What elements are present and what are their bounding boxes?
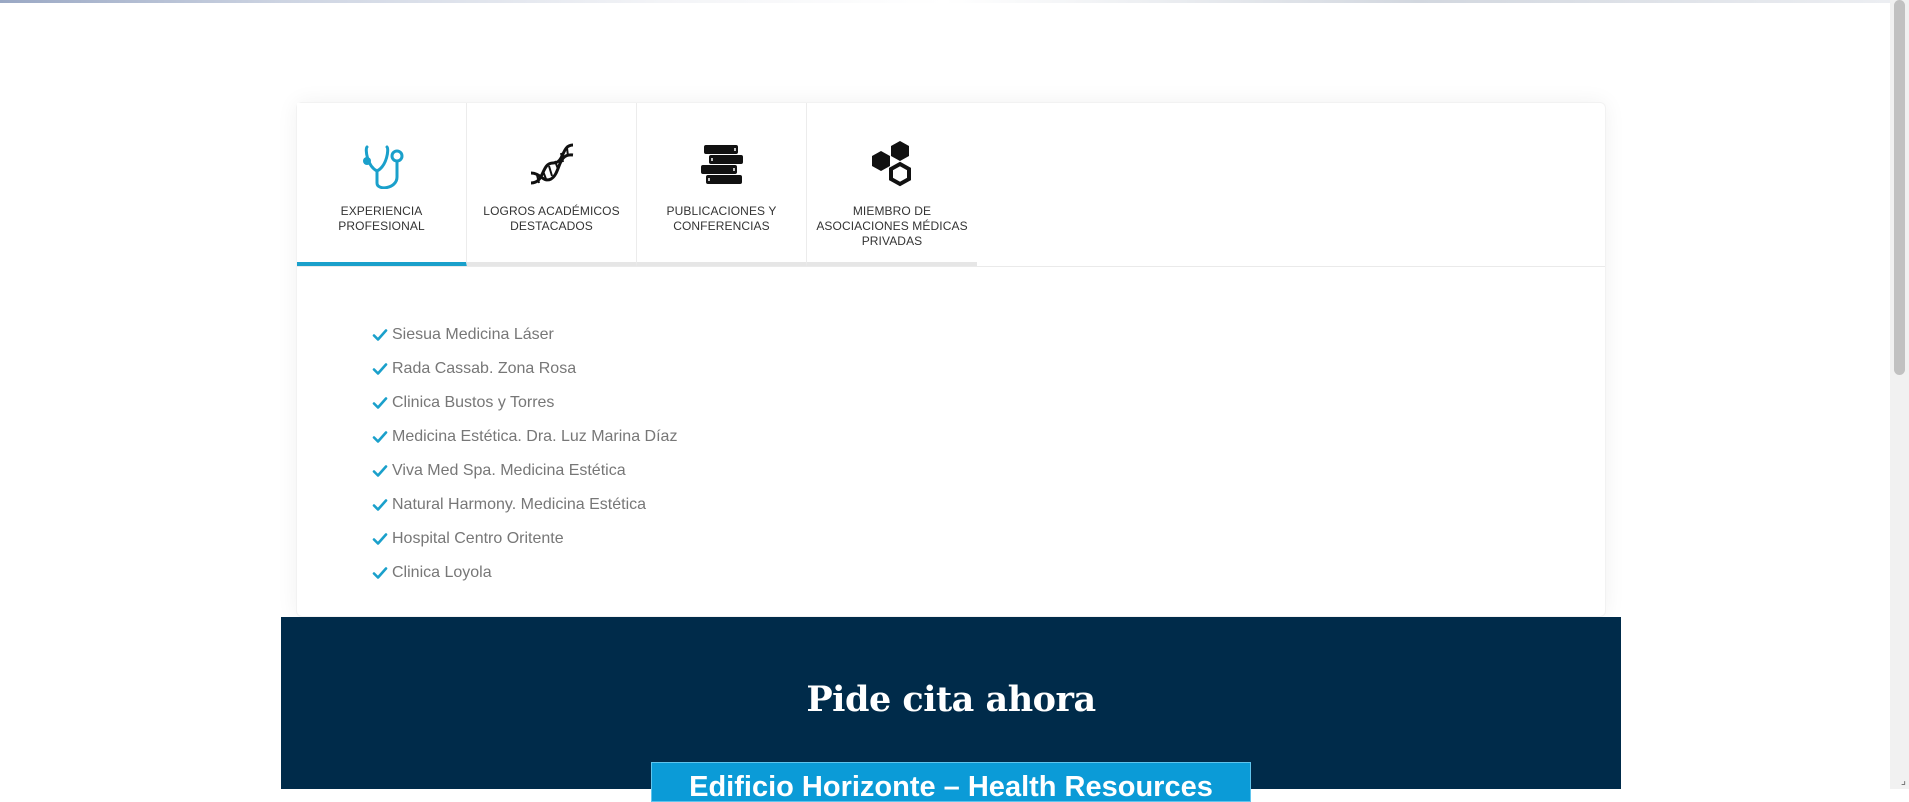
tab-miembro-asociaciones[interactable]: Miembro de asociaciones médicas privadas xyxy=(807,103,977,267)
checkmark-icon xyxy=(372,565,388,581)
vertical-scrollbar[interactable] xyxy=(1890,0,1909,789)
cta-title: Pide cita ahora xyxy=(806,679,1096,720)
list-item: Natural Harmony. Medicina Estética xyxy=(372,488,677,522)
list-item-text: Viva Med Spa. Medicina Estética xyxy=(392,462,626,479)
location-button[interactable]: Edificio Horizonte – Health Resources xyxy=(651,762,1251,802)
tab-bar: Experiencia profesional Logros académico… xyxy=(297,103,977,267)
checkmark-icon xyxy=(372,361,388,377)
scrollbar-thumb[interactable] xyxy=(1894,0,1905,375)
tab-label: Miembro de asociaciones médicas privadas xyxy=(816,204,968,248)
list-item-text: Medicina Estética. Dra. Luz Marina Díaz xyxy=(392,428,678,445)
tab-label: Publicaciones y conferencias xyxy=(666,204,777,233)
list-item: Rada Cassab. Zona Rosa xyxy=(372,352,677,386)
tab-experiencia-profesional[interactable]: Experiencia profesional xyxy=(297,103,467,267)
resize-corner-icon: ⌟ xyxy=(1900,775,1906,787)
appointment-cta-section: Pide cita ahora Edificio Horizonte – Hea… xyxy=(281,617,1621,802)
list-item-text: Clinica Bustos y Torres xyxy=(392,394,555,411)
list-item-text: Hospital Centro Oritente xyxy=(392,530,564,547)
checkmark-icon xyxy=(372,463,388,479)
tab-divider xyxy=(297,266,1605,267)
list-item: Siesua Medicina Láser xyxy=(372,318,677,352)
top-accent-bar xyxy=(0,0,1890,3)
checkmark-icon xyxy=(372,327,388,343)
list-item: Clinica Bustos y Torres xyxy=(372,386,677,420)
list-item: Viva Med Spa. Medicina Estética xyxy=(372,454,677,488)
experience-list: Siesua Medicina Láser Rada Cassab. Zona … xyxy=(372,318,677,590)
tab-label: Logros académicos destacados xyxy=(483,204,620,233)
list-item: Clinica Loyola xyxy=(372,556,677,590)
hexagons-icon xyxy=(867,139,917,189)
checkmark-icon xyxy=(372,531,388,547)
tab-label: Experiencia profesional xyxy=(338,204,425,233)
list-item-text: Clinica Loyola xyxy=(392,564,492,581)
list-item: Hospital Centro Oritente xyxy=(372,522,677,556)
list-item-text: Rada Cassab. Zona Rosa xyxy=(392,360,577,377)
checkmark-icon xyxy=(372,429,388,445)
stethoscope-icon xyxy=(357,139,407,189)
list-item-text: Natural Harmony. Medicina Estética xyxy=(392,496,647,513)
dna-icon xyxy=(527,139,577,189)
checkmark-icon xyxy=(372,497,388,513)
books-icon xyxy=(697,139,747,189)
credentials-tabs-card: Experiencia profesional Logros académico… xyxy=(296,102,1606,617)
tab-logros-academicos[interactable]: Logros académicos destacados xyxy=(467,103,637,267)
list-item-text: Siesua Medicina Láser xyxy=(392,326,554,343)
list-item: Medicina Estética. Dra. Luz Marina Díaz xyxy=(372,420,677,454)
tab-publicaciones-conferencias[interactable]: Publicaciones y conferencias xyxy=(637,103,807,267)
checkmark-icon xyxy=(372,395,388,411)
